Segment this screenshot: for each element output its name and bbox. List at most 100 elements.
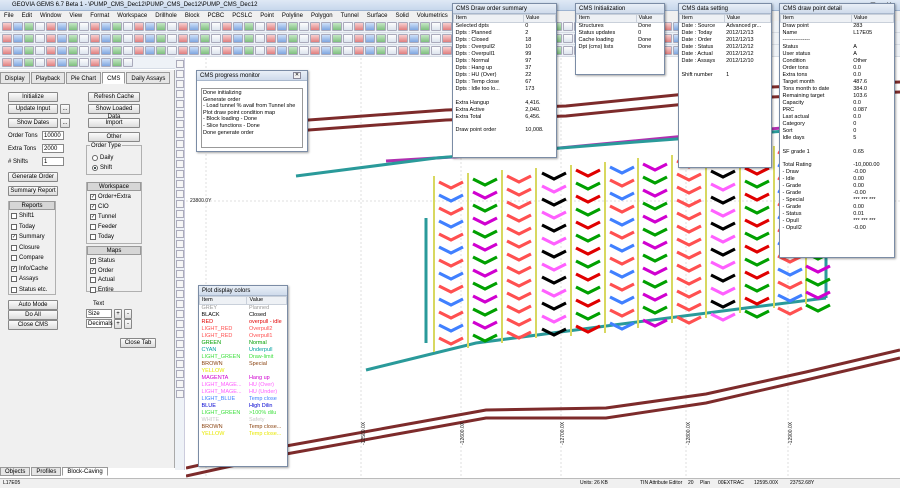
tool-icon[interactable] xyxy=(176,160,184,168)
draw-point[interactable] xyxy=(676,289,702,299)
table-row[interactable]: LIGHT_GREEN Draw-limit xyxy=(200,354,287,361)
checkbox-closure[interactable]: Closure xyxy=(11,244,40,252)
draw-point[interactable] xyxy=(438,323,464,333)
draw-point[interactable] xyxy=(506,252,532,262)
draw-point[interactable] xyxy=(676,276,702,286)
size-minus-button[interactable]: - xyxy=(124,309,132,319)
checkbox-assays[interactable]: Assays xyxy=(11,275,38,283)
tool-icon[interactable] xyxy=(343,46,353,55)
checkbox-order-extra[interactable]: ✓ Order+Extra xyxy=(90,193,131,201)
draw-point[interactable] xyxy=(575,246,601,256)
tool-icon[interactable] xyxy=(442,34,452,43)
table-row[interactable]: Date : Order 2012/12/13 xyxy=(680,37,771,44)
draw-point[interactable] xyxy=(472,229,498,239)
tool-icon[interactable] xyxy=(101,58,111,67)
tab-cms[interactable]: CMS xyxy=(102,72,126,84)
draw-point[interactable] xyxy=(676,172,702,182)
draw-point[interactable] xyxy=(744,270,770,280)
draw-point[interactable] xyxy=(438,271,464,281)
checkbox-order[interactable]: ✓ Order xyxy=(90,267,113,275)
draw-point[interactable] xyxy=(710,273,736,283)
draw-point[interactable] xyxy=(438,193,464,203)
draw-point[interactable] xyxy=(506,291,532,301)
show-dates-more-button[interactable]: ... xyxy=(60,118,70,128)
checkbox-shift1[interactable]: Shift1 xyxy=(11,212,34,220)
checkbox-compare[interactable]: Compare xyxy=(11,254,44,262)
draw-point[interactable] xyxy=(541,171,567,181)
table-row[interactable]: Condition Other xyxy=(781,58,894,65)
tool-icon[interactable] xyxy=(134,22,144,31)
menu-drillhole[interactable]: Drillhole xyxy=(151,13,181,19)
column-header[interactable]: Item xyxy=(679,14,725,23)
decimals-minus-button[interactable]: - xyxy=(124,319,132,329)
draw-point[interactable] xyxy=(472,177,498,187)
tool-icon[interactable] xyxy=(398,34,408,43)
draw-point[interactable] xyxy=(472,294,498,304)
table-row[interactable]: Date : Assays 2012/12/10 xyxy=(680,58,771,65)
draw-point[interactable] xyxy=(438,245,464,255)
tool-icon[interactable] xyxy=(332,22,342,31)
tool-icon[interactable] xyxy=(176,120,184,128)
checkbox-summary[interactable]: ✓ Summary xyxy=(11,233,45,241)
draw-point[interactable] xyxy=(472,320,498,330)
draw-point[interactable] xyxy=(676,263,702,273)
table-row[interactable]: CYAN Underpull xyxy=(200,347,287,354)
draw-point[interactable] xyxy=(438,219,464,229)
draw-point[interactable] xyxy=(438,310,464,320)
table-row[interactable]: Total Rating -10,000.00 xyxy=(781,162,894,169)
tool-icon[interactable] xyxy=(145,34,155,43)
menu-volumetrics[interactable]: Volumetrics xyxy=(413,13,452,19)
draw-point[interactable] xyxy=(541,262,567,272)
draw-point[interactable] xyxy=(575,285,601,295)
draw-point[interactable] xyxy=(609,256,635,266)
draw-point[interactable] xyxy=(744,296,770,306)
table-row[interactable]: WHITE Safety xyxy=(200,417,287,424)
draw-point[interactable] xyxy=(541,275,567,285)
update-input-more-button[interactable]: ... xyxy=(60,104,70,114)
draw-point[interactable] xyxy=(744,218,770,228)
draw-point[interactable] xyxy=(575,207,601,217)
extra-tons-field[interactable]: 2000 xyxy=(42,144,64,153)
tool-icon[interactable] xyxy=(189,46,199,55)
draw-point[interactable] xyxy=(642,201,668,211)
tool-icon[interactable] xyxy=(376,22,386,31)
draw-point[interactable] xyxy=(642,279,668,289)
tool-icon[interactable] xyxy=(101,46,111,55)
menu-file[interactable]: File xyxy=(0,13,18,19)
tool-icon[interactable] xyxy=(35,58,45,67)
tool-icon[interactable] xyxy=(244,46,254,55)
tool-icon[interactable] xyxy=(420,46,430,55)
draw-point[interactable] xyxy=(609,178,635,188)
tool-icon[interactable] xyxy=(176,250,184,258)
draw-point[interactable] xyxy=(710,260,736,270)
tool-icon[interactable] xyxy=(134,34,144,43)
tool-icon[interactable] xyxy=(79,46,89,55)
table-row[interactable]: Dpts : HU (Over) 22 xyxy=(454,72,556,79)
tool-icon[interactable] xyxy=(409,46,419,55)
menu-pcbc[interactable]: PCBC xyxy=(204,13,229,19)
draw-point[interactable] xyxy=(642,240,668,250)
draw-point[interactable] xyxy=(609,165,635,175)
draw-point[interactable] xyxy=(575,298,601,308)
tool-icon[interactable] xyxy=(145,22,155,31)
tab-objects[interactable]: Objects xyxy=(0,467,31,476)
tool-icon[interactable] xyxy=(24,58,34,67)
draw-point[interactable] xyxy=(642,162,668,172)
draw-point[interactable] xyxy=(575,259,601,269)
update-input-button[interactable]: Update Input xyxy=(8,104,58,114)
size-plus-button[interactable]: + xyxy=(114,309,122,319)
table-row[interactable]: SF grade 1 0.65 xyxy=(781,149,894,156)
tool-icon[interactable] xyxy=(222,46,232,55)
tool-icon[interactable] xyxy=(176,330,184,338)
draw-point[interactable] xyxy=(710,286,736,296)
menu-pcslc[interactable]: PCSLC xyxy=(228,13,256,19)
table-row[interactable]: Dpts : Planned 2 xyxy=(454,30,556,37)
tool-icon[interactable] xyxy=(233,34,243,43)
tool-icon[interactable] xyxy=(176,140,184,148)
draw-point[interactable] xyxy=(609,295,635,305)
tool-icon[interactable] xyxy=(176,210,184,218)
draw-point[interactable] xyxy=(506,200,532,210)
menu-view[interactable]: View xyxy=(65,13,86,19)
draw-point[interactable] xyxy=(472,203,498,213)
tool-icon[interactable] xyxy=(266,46,276,55)
